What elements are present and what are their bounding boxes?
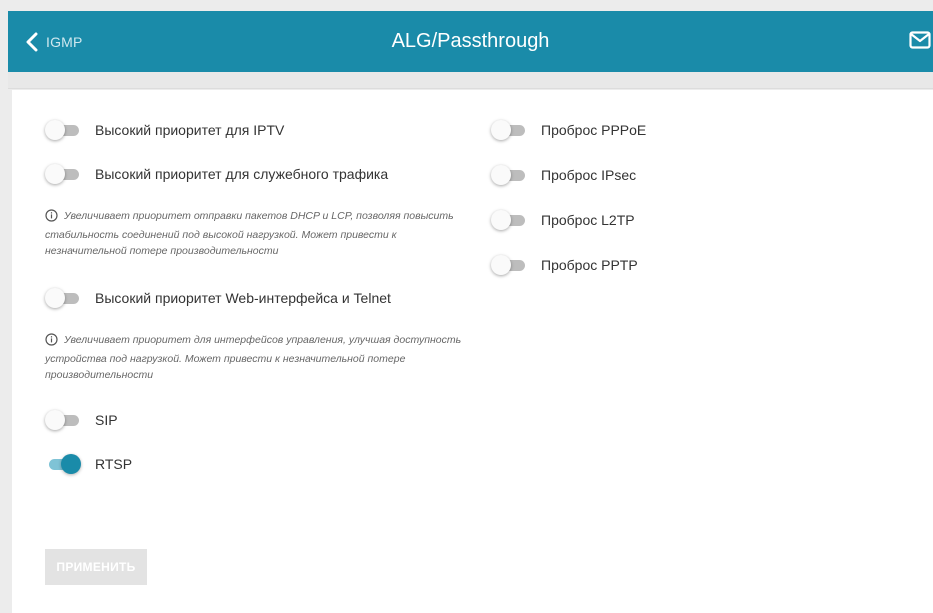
mail-icon[interactable] bbox=[909, 31, 931, 54]
toggle-switch[interactable] bbox=[491, 165, 527, 185]
toggle-switch[interactable] bbox=[45, 288, 81, 308]
ipsec-passthrough-label: Проброс IPsec bbox=[541, 167, 637, 183]
page-title: ALG/Passthrough bbox=[391, 30, 550, 52]
pppoe-passthrough-toggle[interactable]: Проброс PPPoE bbox=[491, 120, 646, 140]
info-icon bbox=[45, 333, 58, 351]
subheader-band bbox=[8, 72, 933, 89]
service-traffic-priority-toggle[interactable]: Высокий приоритет для служебного трафика bbox=[45, 164, 388, 184]
top-header: IGMP ALG/Passthrough bbox=[8, 11, 933, 72]
web-telnet-hint-text: Увеличивает приоритет для интерфейсов уп… bbox=[45, 334, 462, 381]
info-icon bbox=[45, 209, 58, 227]
ipsec-passthrough-toggle[interactable]: Проброс IPsec bbox=[491, 165, 636, 185]
toggle-switch[interactable] bbox=[491, 120, 527, 140]
iptv-priority-toggle[interactable]: Высокий приоритет для IPTV bbox=[45, 120, 284, 140]
toggle-switch[interactable] bbox=[45, 410, 81, 430]
web-telnet-priority-toggle[interactable]: Высокий приоритет Web-интерфейса и Telne… bbox=[45, 288, 391, 308]
web-telnet-hint: Увеличивает приоритет для интерфейсов уп… bbox=[45, 332, 475, 383]
service-traffic-hint-text: Увеличивает приоритет отправки пакетов D… bbox=[45, 210, 454, 257]
sip-toggle[interactable]: SIP bbox=[45, 410, 118, 430]
pppoe-passthrough-label: Проброс PPPoE bbox=[541, 122, 647, 138]
pptp-passthrough-label: Проброс PPTP bbox=[541, 257, 638, 273]
sip-label: SIP bbox=[95, 412, 118, 428]
toggle-switch[interactable] bbox=[491, 210, 527, 230]
toggle-switch[interactable] bbox=[45, 120, 81, 140]
toggle-switch[interactable] bbox=[45, 454, 81, 474]
service-traffic-hint: Увеличивает приоритет отправки пакетов D… bbox=[45, 208, 475, 259]
pptp-passthrough-toggle[interactable]: Проброс PPTP bbox=[491, 255, 638, 275]
l2tp-passthrough-toggle[interactable]: Проброс L2TP bbox=[491, 210, 635, 230]
l2tp-passthrough-label: Проброс L2TP bbox=[541, 212, 635, 228]
rtsp-toggle[interactable]: RTSP bbox=[45, 454, 132, 474]
web-telnet-priority-label: Высокий приоритет Web-интерфейса и Telne… bbox=[95, 290, 391, 306]
toggle-switch[interactable] bbox=[45, 164, 81, 184]
service-traffic-priority-label: Высокий приоритет для служебного трафика bbox=[95, 166, 389, 182]
iptv-priority-label: Высокий приоритет для IPTV bbox=[95, 122, 285, 138]
toggle-switch[interactable] bbox=[491, 255, 527, 275]
rtsp-label: RTSP bbox=[95, 456, 133, 472]
apply-button[interactable]: ПРИМЕНИТЬ bbox=[45, 549, 147, 585]
